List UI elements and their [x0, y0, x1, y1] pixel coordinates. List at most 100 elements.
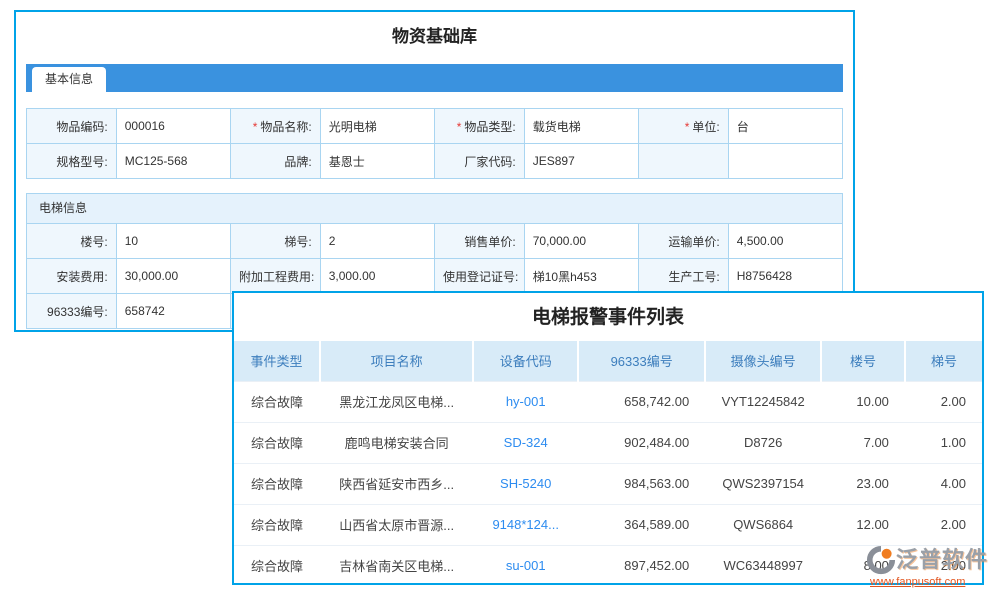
field-label: 物品编码:	[27, 109, 117, 144]
alarm-event-list-window: 电梯报警事件列表 事件类型 项目名称 设备代码 96333编号 摄像头编号 楼号…	[232, 291, 984, 585]
vendor-watermark: 泛普软件 www.fanpusoft.com	[866, 545, 1000, 588]
field-label-text: 物品编码:	[56, 120, 107, 134]
field-value[interactable]: 2	[320, 224, 434, 259]
field-value[interactable]: 10	[116, 224, 230, 259]
column-header-camera-number[interactable]: 摄像头编号	[705, 341, 821, 381]
vendor-brand-text: 泛普软件	[896, 549, 988, 571]
field-label-text: 梯号:	[284, 235, 311, 249]
form-row: 楼号: 10 梯号: 2 销售单价: 70,000.00 运输单价: 4,500…	[27, 224, 843, 259]
field-label-text: 96333编号:	[47, 305, 108, 319]
cell-elevator-number: 1.00	[905, 422, 982, 463]
table-row[interactable]: 综合故障 山西省太原市晋源... 9148*124... 364,589.00 …	[234, 504, 982, 545]
form-row: 规格型号: MC125-568 品牌: 基恩士 厂家代码: JES897	[27, 144, 843, 179]
field-label: *物品类型:	[434, 109, 524, 144]
cell-event-type: 综合故障	[234, 381, 320, 422]
cell-96333-number: 364,589.00	[578, 504, 705, 545]
column-header-project-name[interactable]: 项目名称	[320, 341, 473, 381]
field-label: *物品名称:	[230, 109, 320, 144]
field-label: 销售单价:	[434, 224, 524, 259]
device-code-link[interactable]: SH-5240	[473, 463, 578, 504]
field-label: 运输单价:	[638, 224, 728, 259]
field-value[interactable]: 3,000.00	[320, 259, 434, 294]
field-label: 生产工号:	[638, 259, 728, 294]
form-row: 安装费用: 30,000.00 附加工程费用: 3,000.00 使用登记证号:…	[27, 259, 843, 294]
table-row[interactable]: 综合故障 陕西省延安市西乡... SH-5240 984,563.00 QWS2…	[234, 463, 982, 504]
field-label-text: 品牌:	[284, 155, 311, 169]
field-label: 楼号:	[27, 224, 117, 259]
required-marker: *	[457, 120, 462, 134]
field-value[interactable]: 658742	[116, 294, 230, 329]
cell-camera-number: WC63448997	[705, 545, 821, 585]
cell-project-name: 吉林省南关区电梯...	[320, 545, 473, 585]
column-header-elevator-number[interactable]: 梯号	[905, 341, 982, 381]
table-row[interactable]: 综合故障 黑龙江龙凤区电梯... hy-001 658,742.00 VYT12…	[234, 381, 982, 422]
cell-elevator-number: 2.00	[905, 381, 982, 422]
table-row[interactable]: 综合故障 鹿鸣电梯安装合同 SD-324 902,484.00 D8726 7.…	[234, 422, 982, 463]
column-header-device-code[interactable]: 设备代码	[473, 341, 578, 381]
alarm-list-title: 电梯报警事件列表	[234, 293, 982, 341]
vendor-url: www.fanpusoft.com	[870, 577, 1000, 588]
fanpu-logo-icon	[866, 545, 896, 575]
cell-96333-number: 897,452.00	[578, 545, 705, 585]
form-row: 物品编码: 000016 *物品名称: 光明电梯 *物品类型: 载货电梯 *单位…	[27, 109, 843, 144]
cell-event-type: 综合故障	[234, 422, 320, 463]
cell-camera-number: QWS2397154	[705, 463, 821, 504]
cell-building-number: 12.00	[821, 504, 905, 545]
required-marker: *	[253, 120, 258, 134]
column-header-96333-number[interactable]: 96333编号	[578, 341, 705, 381]
cell-96333-number: 658,742.00	[578, 381, 705, 422]
cell-event-type: 综合故障	[234, 463, 320, 504]
field-label: 使用登记证号:	[434, 259, 524, 294]
field-value[interactable]: JES897	[524, 144, 638, 179]
field-label-text: 生产工号:	[668, 270, 719, 284]
cell-project-name: 山西省太原市晋源...	[320, 504, 473, 545]
column-header-building-number[interactable]: 楼号	[821, 341, 905, 381]
field-label-text: 物品名称:	[260, 120, 311, 134]
field-label-text: 规格型号:	[56, 155, 107, 169]
field-value[interactable]: 基恩士	[320, 144, 434, 179]
device-code-link[interactable]: hy-001	[473, 381, 578, 422]
cell-96333-number: 902,484.00	[578, 422, 705, 463]
cell-camera-number: D8726	[705, 422, 821, 463]
field-label: *单位:	[638, 109, 728, 144]
field-value[interactable]: 000016	[116, 109, 230, 144]
field-value[interactable]: 4,500.00	[728, 224, 842, 259]
cell-elevator-number: 2.00	[905, 504, 982, 545]
field-value[interactable]	[728, 144, 842, 179]
tab-basic-info[interactable]: 基本信息	[32, 67, 106, 92]
field-value[interactable]: H8756428	[728, 259, 842, 294]
column-header-event-type[interactable]: 事件类型	[234, 341, 320, 381]
field-label-text: 安装费用:	[56, 270, 107, 284]
device-code-link[interactable]: su-001	[473, 545, 578, 585]
field-label-text: 厂家代码:	[464, 155, 515, 169]
vendor-brand-row: 泛普软件	[866, 545, 1000, 575]
section-header-elevator-info: 电梯信息	[26, 193, 843, 223]
field-label: 梯号:	[230, 224, 320, 259]
cell-building-number: 7.00	[821, 422, 905, 463]
field-value[interactable]: 30,000.00	[116, 259, 230, 294]
field-value[interactable]: 载货电梯	[524, 109, 638, 144]
cell-project-name: 黑龙江龙凤区电梯...	[320, 381, 473, 422]
field-value[interactable]: 光明电梯	[320, 109, 434, 144]
device-code-link[interactable]: SD-324	[473, 422, 578, 463]
cell-project-name: 鹿鸣电梯安装合同	[320, 422, 473, 463]
field-label-text: 销售单价:	[464, 235, 515, 249]
field-value[interactable]: 台	[728, 109, 842, 144]
cell-building-number: 23.00	[821, 463, 905, 504]
required-marker: *	[685, 120, 690, 134]
field-value[interactable]: 70,000.00	[524, 224, 638, 259]
field-label-text: 单位:	[692, 120, 719, 134]
field-value[interactable]: MC125-568	[116, 144, 230, 179]
device-code-link[interactable]: 9148*124...	[473, 504, 578, 545]
field-label: 厂家代码:	[434, 144, 524, 179]
cell-project-name: 陕西省延安市西乡...	[320, 463, 473, 504]
field-label-text: 运输单价:	[668, 235, 719, 249]
cell-elevator-number: 4.00	[905, 463, 982, 504]
field-label: 规格型号:	[27, 144, 117, 179]
cell-camera-number: VYT12245842	[705, 381, 821, 422]
field-label: 安装费用:	[27, 259, 117, 294]
table-header-row: 事件类型 项目名称 设备代码 96333编号 摄像头编号 楼号 梯号	[234, 341, 982, 381]
field-value[interactable]: 梯10黑h453	[524, 259, 638, 294]
cell-96333-number: 984,563.00	[578, 463, 705, 504]
cell-camera-number: QWS6864	[705, 504, 821, 545]
